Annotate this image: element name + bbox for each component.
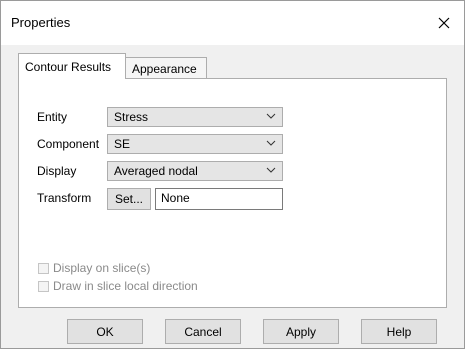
cancel-label: Cancel	[184, 324, 222, 339]
checkbox-box	[38, 262, 49, 274]
tab-contour-results[interactable]: Contour Results	[18, 53, 126, 79]
checkbox-box	[38, 280, 49, 292]
properties-dialog: Properties Contour Results Appearance En…	[0, 0, 465, 349]
draw-in-slice-local-direction-checkbox[interactable]: Draw in slice local direction	[38, 279, 198, 293]
title-bar: Properties	[1, 1, 464, 45]
checkbox-label: Display on slice(s)	[53, 261, 151, 275]
display-value: Averaged nodal	[114, 164, 198, 178]
ok-label: OK	[96, 324, 114, 339]
dialog-title: Properties	[11, 15, 71, 30]
chevron-down-icon	[266, 167, 276, 173]
close-icon	[438, 17, 450, 29]
display-on-slice-checkbox[interactable]: Display on slice(s)	[38, 261, 150, 275]
apply-button[interactable]: Apply	[263, 319, 339, 344]
component-select[interactable]: SE	[107, 134, 283, 154]
display-select[interactable]: Averaged nodal	[107, 161, 283, 181]
apply-label: Apply	[285, 324, 317, 339]
entity-value: Stress	[114, 110, 149, 124]
help-button[interactable]: Help	[361, 319, 437, 344]
entity-label: Entity	[37, 110, 68, 124]
tab-label: Appearance	[132, 62, 197, 76]
tab-appearance[interactable]: Appearance	[125, 57, 207, 79]
display-label: Display	[37, 164, 77, 178]
help-label: Help	[386, 324, 412, 339]
chevron-down-icon	[266, 140, 276, 146]
set-button-label: Set...	[114, 192, 143, 206]
contour-results-panel: Entity Stress Component SE Display Avera…	[18, 78, 447, 308]
tab-label: Contour Results	[25, 60, 112, 74]
transform-set-button[interactable]: Set...	[107, 188, 151, 210]
entity-select[interactable]: Stress	[107, 107, 283, 127]
component-label: Component	[37, 137, 100, 151]
close-button[interactable]	[428, 7, 460, 39]
chevron-down-icon	[266, 113, 276, 119]
ok-button[interactable]: OK	[67, 319, 143, 344]
transform-field[interactable]: None	[155, 188, 283, 210]
checkbox-label: Draw in slice local direction	[53, 279, 198, 293]
transform-value: None	[161, 191, 190, 205]
transform-label: Transform	[37, 191, 92, 205]
cancel-button[interactable]: Cancel	[165, 319, 241, 344]
component-value: SE	[114, 137, 131, 151]
